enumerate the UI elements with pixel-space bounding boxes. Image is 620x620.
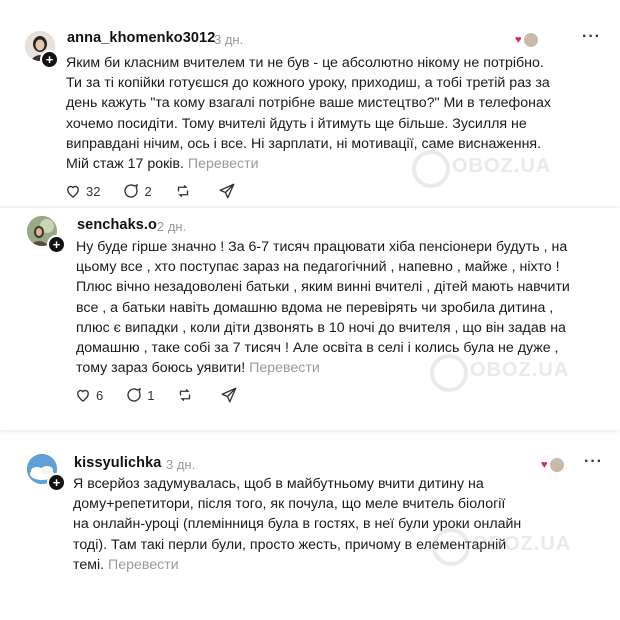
- like-count: 6: [96, 387, 104, 403]
- repost-icon: [180, 389, 191, 401]
- like-count: 32: [86, 183, 101, 199]
- comment-text: Я всерйоз задумувалась, щоб в майбутньом…: [73, 476, 522, 573]
- translate-link[interactable]: Перевести: [249, 360, 320, 376]
- translate-link[interactable]: Перевести: [108, 557, 179, 573]
- timestamp: 3 дн.: [166, 457, 196, 472]
- heart-icon: [67, 185, 79, 198]
- share-button[interactable]: [218, 182, 240, 200]
- like-button[interactable]: 32: [64, 182, 100, 200]
- repost-button[interactable]: [174, 182, 196, 200]
- reply-count: 1: [147, 387, 155, 403]
- more-icon[interactable]: ···: [582, 28, 601, 46]
- like-button[interactable]: 6: [74, 386, 103, 404]
- share-button[interactable]: [220, 386, 242, 404]
- follow-plus-icon[interactable]: +: [47, 235, 66, 254]
- timestamp: 3 дн.: [214, 32, 244, 47]
- follow-plus-icon[interactable]: +: [40, 50, 59, 69]
- username[interactable]: anna_khomenko3012: [67, 30, 215, 46]
- share-icon: [222, 387, 237, 403]
- reply-button[interactable]: 1: [125, 386, 154, 404]
- author-mini-avatar: [549, 457, 565, 473]
- follow-plus-icon[interactable]: +: [47, 473, 66, 492]
- username[interactable]: kissyulichka: [74, 455, 161, 471]
- author-mini-avatar: [523, 32, 539, 48]
- comment-card: + anna_khomenko3012 3 дн. ♥ ··· Яким би …: [0, 0, 620, 208]
- reply-button[interactable]: 2: [122, 182, 152, 200]
- comment-icon: [124, 183, 139, 198]
- liked-by-author-heart-icon: ♥: [541, 459, 548, 471]
- action-bar: 6 1: [74, 386, 264, 404]
- comment-icon: [127, 387, 142, 402]
- repost-icon: [177, 185, 188, 197]
- liked-by-author-heart-icon: ♥: [515, 34, 522, 46]
- comment-card: + kissyulichka 3 дн. ♥ ··· Я всерйоз зад…: [0, 436, 620, 620]
- more-icon[interactable]: ···: [584, 453, 603, 471]
- comment-card: + senchaks.o 2 дн. Ну буде гірше значно …: [0, 208, 620, 430]
- action-bar: 32 2: [64, 182, 262, 200]
- repost-button[interactable]: [176, 386, 198, 404]
- reply-count: 2: [144, 183, 152, 199]
- username[interactable]: senchaks.o: [77, 217, 157, 233]
- translate-link[interactable]: Перевести: [188, 156, 259, 172]
- timestamp: 2 дн.: [157, 219, 187, 234]
- comment-text: Ну буде гірше значно ! За 6-7 тисяч прац…: [76, 239, 570, 377]
- share-icon: [219, 183, 235, 199]
- comment-text: Яким би класним вчителем ти не був - це …: [66, 55, 551, 173]
- heart-icon: [77, 389, 89, 402]
